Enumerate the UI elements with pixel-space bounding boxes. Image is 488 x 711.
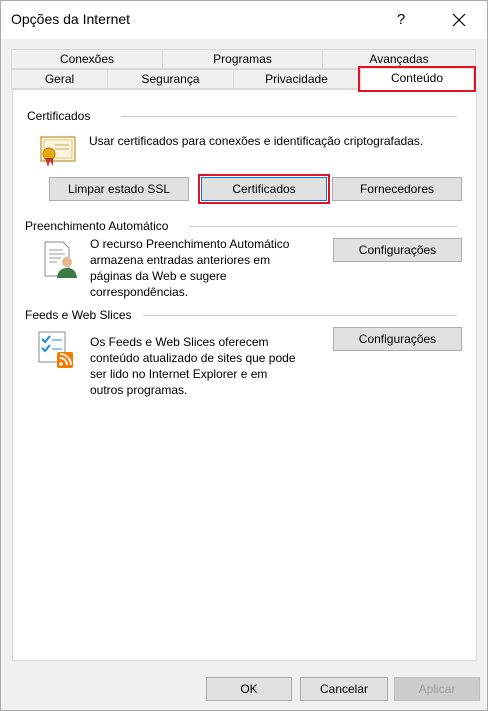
feeds-line-2: conteúdo atualizado de sites que pode — [90, 351, 296, 365]
autocomplete-settings-button[interactable]: Configurações — [333, 238, 462, 262]
tab-content[interactable]: Conteúdo — [358, 66, 476, 92]
apply-button[interactable]: Aplicar — [394, 677, 480, 701]
content-tab-panel: Certificados Usar certificados para cone… — [12, 89, 477, 661]
feeds-line-3: ser lido no Internet Explorer e em — [90, 367, 268, 381]
feeds-heading: Feeds e Web Slices — [25, 308, 132, 322]
certificates-description: Usar certificados para conexões e identi… — [89, 134, 424, 148]
window-title: Opções da Internet — [11, 11, 131, 27]
feeds-divider — [143, 315, 457, 316]
autocomplete-user-document-icon — [44, 241, 77, 278]
autocomplete-line-1: O recurso Preenchimento Automático — [90, 237, 290, 251]
tab-programs[interactable]: Programas — [162, 49, 323, 69]
certificates-button[interactable]: Certificados — [198, 174, 330, 204]
autocomplete-line-3: páginas da Web e sugere — [90, 269, 227, 283]
close-icon — [452, 13, 466, 27]
certificates-divider — [121, 116, 457, 117]
ok-button[interactable]: OK — [206, 677, 292, 701]
publishers-button[interactable]: Fornecedores — [332, 177, 462, 201]
title-bar: Opções da Internet ? — [1, 1, 487, 39]
certificates-heading: Certificados — [27, 109, 91, 123]
autocomplete-line-2: armazena entradas anteriores em — [90, 253, 271, 267]
tab-privacy[interactable]: Privacidade — [233, 69, 360, 89]
feeds-line-4: outros programas. — [90, 383, 188, 397]
certificate-icon — [40, 136, 76, 167]
autocomplete-heading: Preenchimento Automático — [25, 219, 169, 233]
internet-options-dialog: Opções da Internet ? Conexões Programas … — [0, 0, 488, 711]
feeds-settings-button[interactable]: Configurações — [333, 327, 462, 351]
feeds-line-1: Os Feeds e Web Slices oferecem — [90, 335, 269, 349]
clear-ssl-state-button[interactable]: Limpar estado SSL — [49, 177, 189, 201]
tab-connections[interactable]: Conexões — [11, 49, 163, 69]
autocomplete-divider — [189, 226, 457, 227]
rss-feed-checklist-icon — [38, 331, 73, 368]
close-button[interactable] — [441, 5, 477, 35]
autocomplete-line-4: correspondências. — [90, 285, 189, 299]
tab-advanced[interactable]: Avançadas — [322, 49, 476, 69]
help-button[interactable]: ? — [385, 5, 417, 35]
cancel-button[interactable]: Cancelar — [300, 677, 388, 701]
tab-general[interactable]: Geral — [11, 69, 108, 89]
tab-security[interactable]: Segurança — [107, 69, 234, 89]
